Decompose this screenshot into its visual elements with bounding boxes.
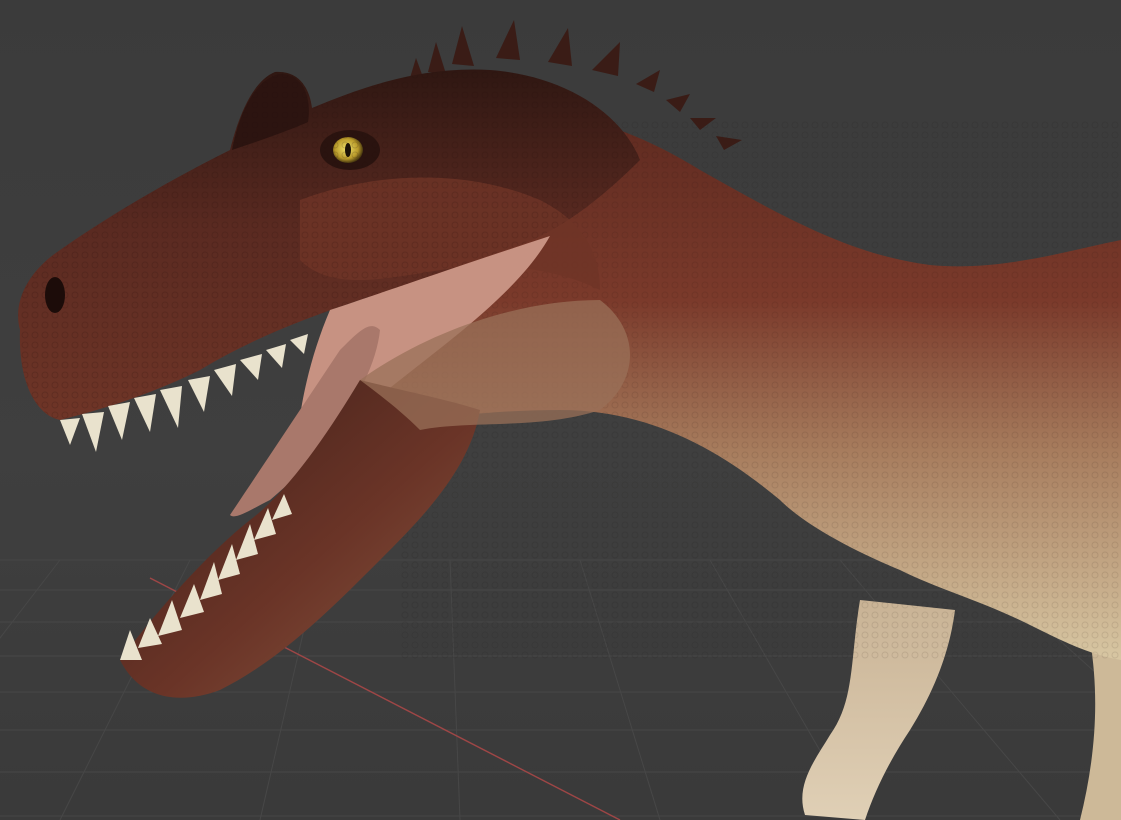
dinosaur-model[interactable] xyxy=(18,20,1121,820)
3d-viewport[interactable] xyxy=(0,0,1121,820)
viewport-canvas[interactable] xyxy=(0,0,1121,820)
